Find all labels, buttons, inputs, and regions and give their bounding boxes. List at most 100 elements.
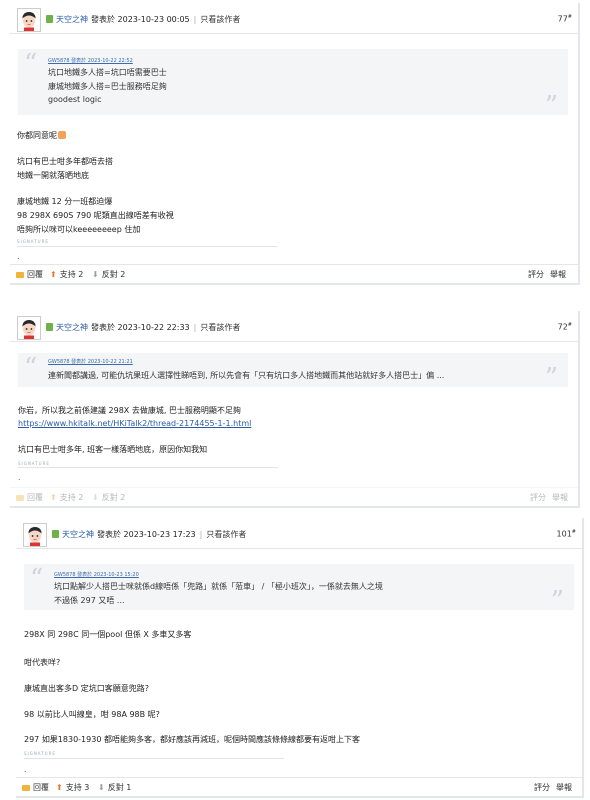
- avatar[interactable]: [17, 8, 41, 32]
- support-button[interactable]: ⬆ 支持 2: [50, 492, 83, 503]
- report-button[interactable]: 舉報: [556, 782, 572, 793]
- online-status-icon: [46, 323, 53, 331]
- quote-line: 不過係 297 又唔 ...: [54, 596, 125, 605]
- open-quote-icon: “: [30, 564, 44, 594]
- quote-line: goodest logic: [48, 95, 102, 104]
- post-text: 298X 同 298C 同一個pool 但係 X 多車又多客: [24, 630, 192, 639]
- signature-divider: [17, 246, 277, 247]
- support-button[interactable]: ⬆ 支持 2: [50, 269, 83, 280]
- quote-line: 坑口地鐵多人搭=坑口唔需要巴士: [48, 68, 167, 77]
- post-time: 發表於 2023-10-23 00:05: [91, 15, 190, 24]
- signature-divider: [18, 467, 278, 468]
- username-link[interactable]: 天空之神: [56, 323, 88, 332]
- post-meta: 天空之神 發表於 2023-10-22 22:33 | 只看該作者: [46, 322, 240, 333]
- reply-button[interactable]: 回覆: [16, 492, 43, 503]
- reply-button[interactable]: 回覆: [16, 269, 43, 280]
- quote-line: 康城地鐵多人搭=巴士服務唔足夠: [48, 82, 167, 91]
- only-author-link[interactable]: 只看該作者: [200, 323, 240, 332]
- avatar[interactable]: [23, 523, 47, 547]
- quote-block: “ GW5878 發表於 2023-10-23 15:20 坑口點解少人搭巴士咪…: [24, 564, 574, 614]
- floor-number[interactable]: 101#: [557, 529, 576, 539]
- post-text: 坑口有巴士咁多年, 班客一樣落晒地底，原因你知我知: [18, 445, 208, 454]
- reply-icon: [22, 785, 30, 791]
- open-quote-icon: “: [24, 353, 38, 383]
- divider: |: [199, 530, 203, 539]
- quote-author-link[interactable]: GW5878 發表於 2023-10-22 22:52: [48, 57, 133, 64]
- report-button[interactable]: 舉報: [550, 269, 566, 280]
- post-text: 康城直出客多D 定坑口客願意兜路?: [24, 684, 149, 693]
- post-header: 天空之神 發表於 2023-10-23 00:05 | 只看該作者 77#: [10, 3, 578, 34]
- arrow-down-icon: ⬇: [92, 270, 99, 279]
- online-status-icon: [46, 15, 53, 23]
- quote-block: “ GW5878 發表於 2023-10-22 21:21 連新聞都講過, 可能…: [18, 353, 568, 391]
- support-button[interactable]: ⬆ 支持 3: [56, 782, 89, 793]
- post-footer: 回覆 ⬆ 支持 3 ⬇ 反對 1 評分 舉報: [16, 777, 582, 796]
- signature-divider: [24, 758, 284, 759]
- post-time: 發表於 2023-10-22 22:33: [91, 323, 190, 332]
- open-quote-icon: “: [24, 49, 38, 79]
- post-footer: 回覆 ⬆ 支持 2 ⬇ 反對 2 評分 舉報: [10, 264, 578, 283]
- avatar[interactable]: [17, 316, 41, 340]
- rate-button[interactable]: 評分: [530, 492, 546, 503]
- avatar-image: [24, 524, 46, 546]
- post-77: 天空之神 發表於 2023-10-23 00:05 | 只看該作者 77# “ GW5…: [10, 3, 580, 285]
- post-meta: 天空之神 發表於 2023-10-23 00:05 | 只看該作者: [46, 14, 240, 25]
- only-author-link[interactable]: 只看該作者: [206, 530, 246, 539]
- post-header: 天空之神 發表於 2023-10-23 17:23 | 只看該作者 101#: [16, 518, 582, 549]
- reply-icon: [16, 272, 24, 278]
- post-101: 天空之神 發表於 2023-10-23 17:23 | 只看該作者 101# “ GW…: [16, 518, 584, 798]
- signature-label: SIGNATURE: [18, 461, 50, 466]
- oppose-button[interactable]: ⬇ 反對 2: [92, 269, 125, 280]
- signature-text: .: [24, 765, 27, 774]
- oppose-button[interactable]: ⬇ 反對 1: [98, 782, 131, 793]
- arrow-up-icon: ⬆: [50, 270, 57, 279]
- signature-label: SIGNATURE: [24, 751, 56, 756]
- close-quote-icon: ”: [544, 91, 558, 121]
- post-text: 康城地鐵 12 分一班都迫爆: [17, 197, 113, 206]
- arrow-up-icon: ⬆: [50, 493, 57, 502]
- username-link[interactable]: 天空之神: [62, 530, 94, 539]
- post-text: 咁代表咩?: [24, 658, 61, 667]
- floor-number[interactable]: 77#: [558, 14, 572, 24]
- avatar-image: [18, 9, 40, 31]
- post-text: 297 如果1830-1930 都唔能夠多客，都好應該再減班，呢個時間應該條條線…: [24, 735, 360, 744]
- quote-line: 坑口點解少人搭巴士咪就係d線唔係「兜路」就係「蒞車」 / 「極小班次」，一係就去…: [54, 582, 383, 591]
- avatar-image: [18, 317, 40, 339]
- rate-button[interactable]: 評分: [528, 269, 544, 280]
- close-quote-icon: ”: [544, 363, 558, 393]
- post-header: 天空之神 發表於 2023-10-22 22:33 | 只看該作者 72#: [10, 311, 578, 342]
- post-text: 你岩，所以我之前係建議 298X 去做康城, 巴士服務明顯不足夠: [18, 406, 241, 415]
- quote-author-link[interactable]: GW5878 發表於 2023-10-23 15:20: [54, 571, 139, 578]
- signature-text: .: [18, 473, 21, 482]
- online-status-icon: [52, 530, 59, 538]
- reply-icon: [16, 495, 24, 501]
- username-link[interactable]: 天空之神: [56, 15, 88, 24]
- arrow-down-icon: ⬇: [98, 783, 105, 792]
- quote-author-link[interactable]: GW5878 發表於 2023-10-22 21:21: [48, 358, 133, 365]
- signature-label: SIGNATURE: [17, 239, 49, 244]
- report-button[interactable]: 舉報: [552, 492, 568, 503]
- divider: |: [193, 15, 197, 24]
- floor-number[interactable]: 72#: [558, 322, 572, 332]
- rate-button[interactable]: 評分: [534, 782, 550, 793]
- arrow-up-icon: ⬆: [56, 783, 63, 792]
- close-quote-icon: ”: [550, 586, 564, 616]
- post-text: 98 以前比人叫線皇，咁 98A 98B 呢?: [24, 710, 160, 719]
- post-text: 地鐵一開就落晒地底: [17, 171, 89, 180]
- quote-block: “ GW5878 發表於 2023-10-22 22:52 坑口地鐵多人搭=坑口…: [18, 49, 568, 119]
- post-text: 你都同意呢: [17, 130, 66, 141]
- only-author-link[interactable]: 只看該作者: [200, 15, 240, 24]
- arrow-down-icon: ⬇: [92, 493, 99, 502]
- post-time: 發表於 2023-10-23 17:23: [97, 530, 196, 539]
- thumbs-up-icon: [58, 131, 66, 139]
- divider: |: [193, 323, 197, 332]
- oppose-button[interactable]: ⬇ 反對 2: [92, 492, 125, 503]
- post-text: 坑口有巴士咁多年都唔去搭: [17, 157, 113, 166]
- post-text: 98 298X 690S 790 呢類直出線唔差有收視: [17, 211, 174, 220]
- thread-link[interactable]: https://www.hkitalk.net/HKiTalk2/thread-…: [18, 419, 251, 428]
- reply-button[interactable]: 回覆: [22, 782, 49, 793]
- post-meta: 天空之神 發表於 2023-10-23 17:23 | 只看該作者: [52, 529, 246, 540]
- post-footer: 回覆 ⬆ 支持 2 ⬇ 反對 2 評分 舉報: [10, 487, 578, 506]
- post-72: 天空之神 發表於 2023-10-22 22:33 | 只看該作者 72# “ GW5…: [10, 311, 580, 508]
- post-text: 唔夠所以咪可以keeeeeeeep 住加: [17, 225, 141, 234]
